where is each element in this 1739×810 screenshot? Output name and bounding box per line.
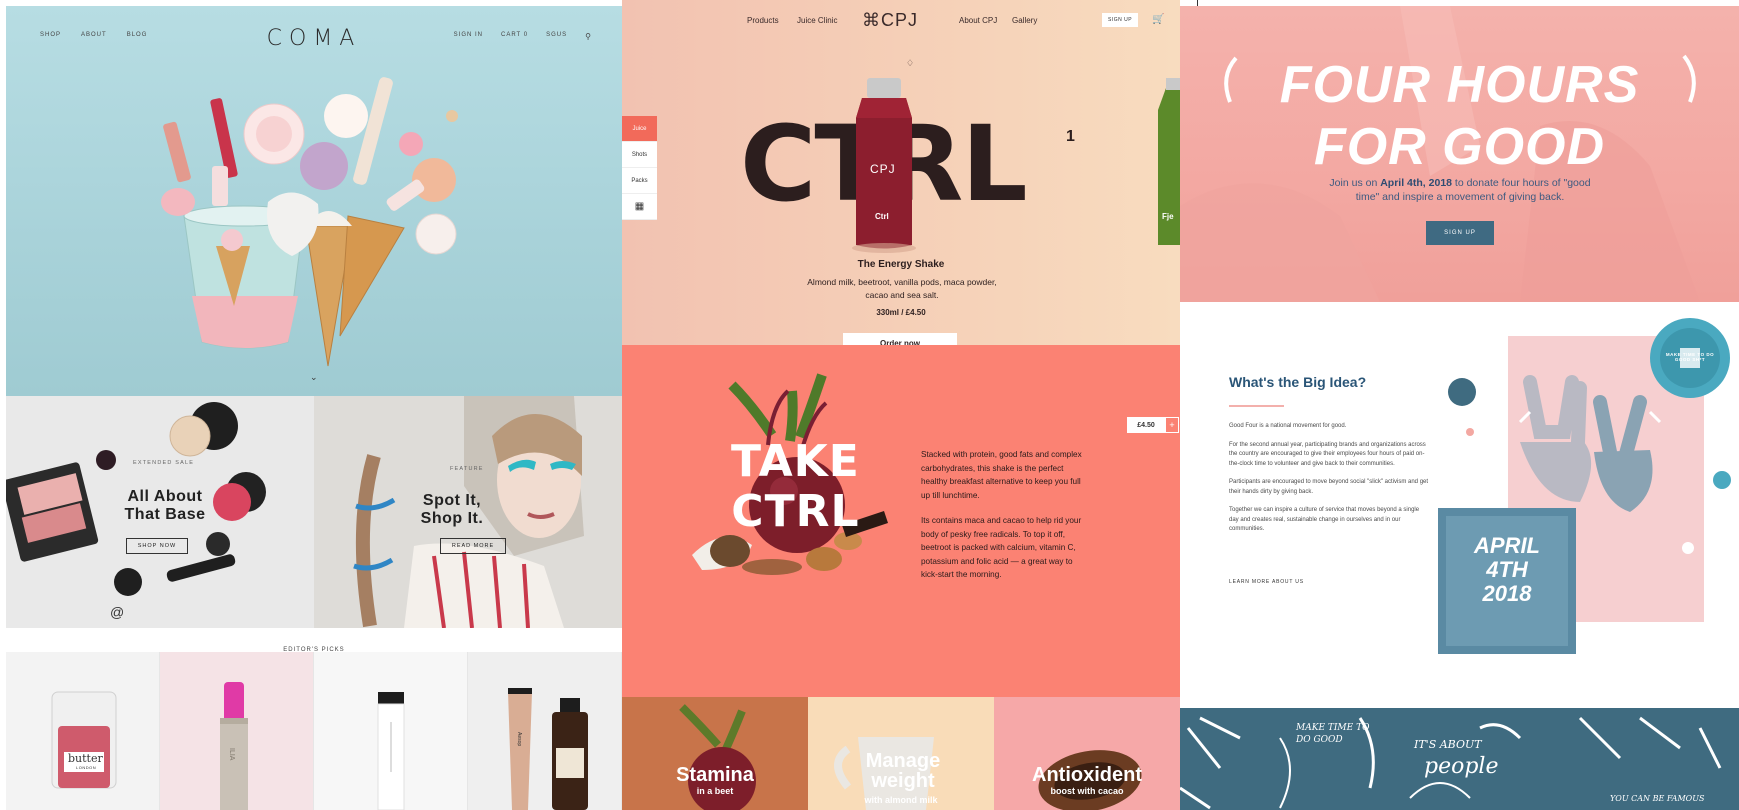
search-icon[interactable]: ⚲	[585, 32, 592, 41]
feature-label: FEATURE	[450, 466, 484, 472]
tile-stamina-title: Stamina	[676, 764, 754, 786]
script-its-about: IT'S ABOUT	[1414, 738, 1482, 751]
tile-antioxident-title: Antioxident	[1032, 764, 1142, 786]
hero-subtitle: Join us on April 4th, 2018 to donate fou…	[1320, 176, 1600, 204]
product-body: Stacked with protein, good fats and comp…	[921, 448, 1091, 594]
hero-sub-pre: Join us on	[1329, 177, 1381, 189]
bottles-image: ♢	[852, 58, 1180, 253]
sale-title: All About That Base	[100, 488, 230, 524]
feature-block[interactable]: FEATURE Spot It, Shop It. READ MORE	[314, 396, 622, 628]
sale-block[interactable]: EXTENDED SALE All About That Base SHOP N…	[6, 396, 314, 628]
peace-hands-illustration	[1438, 318, 1731, 654]
goodfour-hero: FOUR HOURS FOR GOOD Join us on April 4th…	[1180, 6, 1739, 302]
sale-label: EXTENDED SALE	[133, 460, 195, 466]
bottle-brand: CPJ	[870, 162, 896, 176]
tile-antioxident[interactable]: Antioxident boost with cacao	[994, 697, 1180, 810]
tile-weight[interactable]: Manage weight with almond milk	[808, 697, 994, 810]
pick-brand-sub: LONDON	[76, 765, 97, 770]
script-people: people	[1424, 754, 1499, 779]
hand-lettered-banner: MAKE TIME TO DO GOOD IT'S ABOUT people Y…	[1180, 708, 1739, 810]
coma-nav: SHOP ABOUT BLOG COMA SIGN IN CART 0 SGUS…	[6, 6, 622, 60]
pick-nail-polish[interactable]: butter LONDON	[6, 652, 160, 810]
read-more-button[interactable]: READ MORE	[440, 538, 506, 554]
at-icon: @	[110, 604, 125, 620]
lipstick-image	[220, 682, 248, 810]
script-famous: YOU CAN BE FAMOUS	[1610, 794, 1705, 803]
pick-lipstick[interactable]: ILIA	[160, 652, 314, 810]
coma-hero: SHOP ABOUT BLOG COMA SIGN IN CART 0 SGUS…	[6, 6, 622, 396]
aesop-products-image	[508, 688, 588, 810]
benefit-tiles: Stamina in a beet Manage weight with alm…	[622, 697, 1180, 810]
pick-brand-ilia: ILIA	[228, 748, 235, 761]
feature-title-line1: Spot It,	[422, 492, 482, 509]
big-idea-section: What's the Big Idea? Good Four is a nati…	[1180, 302, 1739, 708]
feature-title-line2: Shop It.	[420, 510, 484, 527]
poster-line3: 2018	[1482, 581, 1532, 606]
body-para1: Stacked with protein, good fats and comp…	[921, 450, 1082, 500]
add-to-cart-button[interactable]: +	[1165, 417, 1179, 433]
goodfour-panel: FOUR HOURS FOR GOOD Join us on April 4th…	[1180, 0, 1739, 810]
pick-brand-aesop: Aesop	[516, 732, 522, 747]
cpj-panel: Products Juice Clinic ⌘CPJ About CPJ Gal…	[622, 0, 1180, 810]
coma-promo-row: EXTENDED SALE All About That Base SHOP N…	[6, 396, 622, 628]
svg-text:♢: ♢	[906, 58, 914, 68]
hero-title-line2: FOR GOOD	[1313, 118, 1606, 176]
poster-line2: 4TH	[1486, 557, 1528, 582]
bottle2-label: Fje	[1162, 212, 1174, 221]
pick-tube[interactable]	[314, 652, 468, 810]
cpj-hero: Products Juice Clinic ⌘CPJ About CPJ Gal…	[622, 0, 1180, 345]
tile-weight-sub: with almond milk	[864, 795, 938, 805]
beetroot-image	[692, 373, 888, 575]
body-para2: Its contains maca and cacao to help rid …	[921, 516, 1082, 579]
chevron-down-icon[interactable]: ⌄	[310, 372, 318, 383]
price-tag: £4.50	[1127, 417, 1165, 433]
script-make-time: MAKE TIME TO DO GOOD	[1296, 723, 1370, 745]
product-title: The Energy Shake	[857, 259, 945, 270]
goodfour-signup-button[interactable]: SIGN UP	[1426, 221, 1494, 245]
badge-text: MAKE TIME TO DO GOOD SH*T	[1665, 352, 1715, 362]
sale-title-line2: That Base	[124, 506, 206, 523]
tile-weight-title: Manage weight	[865, 750, 941, 792]
picks-grid: butter LONDON ILIA Aesop	[6, 652, 622, 810]
nav-cart[interactable]: CART 0	[501, 32, 528, 41]
bottle-label: Ctrl	[875, 212, 889, 221]
take-line2: CTRL	[731, 486, 860, 537]
take-line1: TAKE	[731, 436, 860, 487]
tube-image	[377, 692, 405, 810]
product-desc: Almond milk, beetroot, vanilla pods, mac…	[807, 277, 997, 300]
hero-title: FOUR HOURS FOR GOOD	[1180, 54, 1739, 178]
poster-line1: APRIL	[1474, 533, 1540, 558]
picks-header: EDITOR'S PICKS	[6, 628, 622, 653]
nail-polish-image	[51, 691, 117, 789]
take-ctrl-title: TAKE CTRL	[731, 437, 860, 537]
coma-panel: SHOP ABOUT BLOG COMA SIGN IN CART 0 SGUS…	[0, 0, 622, 810]
product-price: 330ml / £4.50	[876, 308, 926, 317]
pick-brand-butter: butter	[68, 752, 103, 765]
tile-antioxident-sub: boost with cacao	[1050, 786, 1124, 796]
hero-title-line1: FOUR HOURS	[1279, 56, 1640, 114]
poster-text: APRIL 4TH 2018	[1452, 534, 1562, 606]
hero-sub-date: April 4th, 2018	[1380, 177, 1452, 189]
take-ctrl-section: TAKE CTRL Stacked with protein, good fat…	[622, 345, 1180, 697]
tile-stamina[interactable]: Stamina in a beet	[622, 697, 808, 810]
shop-now-button[interactable]: SHOP NOW	[126, 538, 188, 554]
tile-stamina-sub: in a beet	[696, 786, 734, 796]
nav-sgus[interactable]: SGUS	[546, 32, 567, 41]
ice-cream-cosmetics-image	[161, 77, 458, 367]
sale-title-line1: All About	[127, 488, 203, 505]
pick-aesop[interactable]: Aesop	[468, 652, 622, 810]
nav-sign-in[interactable]: SIGN IN	[454, 32, 483, 41]
feature-title: Spot It, Shop It.	[402, 492, 502, 528]
